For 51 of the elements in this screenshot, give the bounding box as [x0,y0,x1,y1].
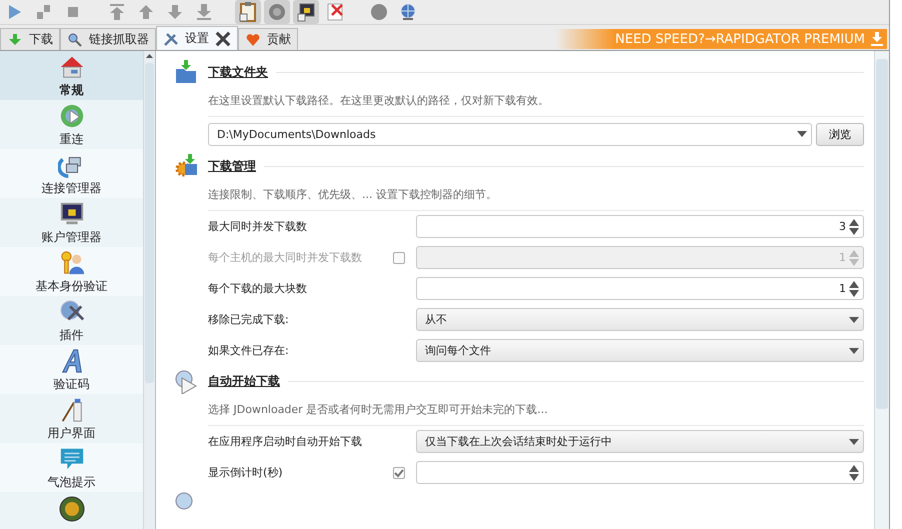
number-spinner[interactable]: 3 [416,215,864,238]
sidebar-item[interactable]: 常规 [0,51,143,100]
tab[interactable]: 链接抓取器 [60,28,156,50]
checkbox[interactable] [393,466,405,478]
sidebar-item[interactable]: 账户管理器 [0,198,143,247]
browse-button[interactable]: 浏览 [816,122,864,146]
caret-icon [849,438,859,444]
section-title: 下载文件夹 [208,64,268,80]
caret-icon [849,316,859,322]
setting-label: 如果文件已存在: [208,343,290,358]
close-icon[interactable] [215,30,231,46]
premium-toolbar-button[interactable] [293,0,319,24]
dropdown[interactable]: 询问每个文件 [416,339,864,362]
spinner-arrows-icon[interactable] [849,280,859,298]
heart-icon [245,32,261,48]
tab[interactable]: 设置 [156,26,238,50]
sidebar-item[interactable]: 用户界面 [0,394,143,443]
disc-icon [266,1,288,23]
disc-icon [368,1,390,23]
tab[interactable]: 下载 [0,28,60,50]
caret-icon [849,348,859,354]
setting-label: 显示倒计时(秒) [208,465,284,480]
sidebar-item[interactable] [0,492,143,529]
section-description: 选择 JDownloader 是否或者何时无需用户交互即可开始未完的下载... [208,396,864,426]
setting-label: 每个主机的最大同时并发下载数 [208,250,363,265]
section-description: 连接限制、下载顺序、优先级、... 设置下载控制器的细节。 [208,181,864,211]
spinner-arrows-icon[interactable] [849,218,859,236]
sidebar-item[interactable]: 插件 [0,296,143,345]
content-scrollbar[interactable] [874,51,889,529]
sidebar-scrollbar[interactable] [143,51,155,529]
setting-label: 在应用程序启动时自动开始下载 [208,434,363,449]
section-title: 下载管理 [208,158,256,174]
tab[interactable]: 贡献 [238,28,298,50]
caret-icon [797,131,807,137]
gear-icon [174,153,200,179]
folder-path-dropdown[interactable]: D:\MyDocuments\Downloads [208,122,812,146]
section-description: 在这里设置默认下载路径。在这里更改默认的路径，仅对新下载有效。 [208,87,864,117]
setting-label: 最大同时并发下载数 [208,219,308,234]
section-title: 自动开始下载 [208,372,280,390]
monitor-lock-icon [295,1,317,23]
download-icon [870,32,884,46]
setting-label: 每个下载的最大块数 [208,281,308,296]
spinner-arrows-icon[interactable] [849,464,859,482]
download-icon [7,32,23,48]
clipboard-icon [237,1,259,23]
number-spinner[interactable]: 1 [416,277,864,300]
sidebar-item[interactable]: 重连 [0,100,143,149]
setting-label: 移除已完成下载: [208,312,290,327]
clipboard-toolbar-button[interactable] [235,0,261,24]
dropdown[interactable]: 从不 [416,308,864,331]
dropdown[interactable]: 仅当下载在上次会话结束时处于运行中 [416,430,864,453]
